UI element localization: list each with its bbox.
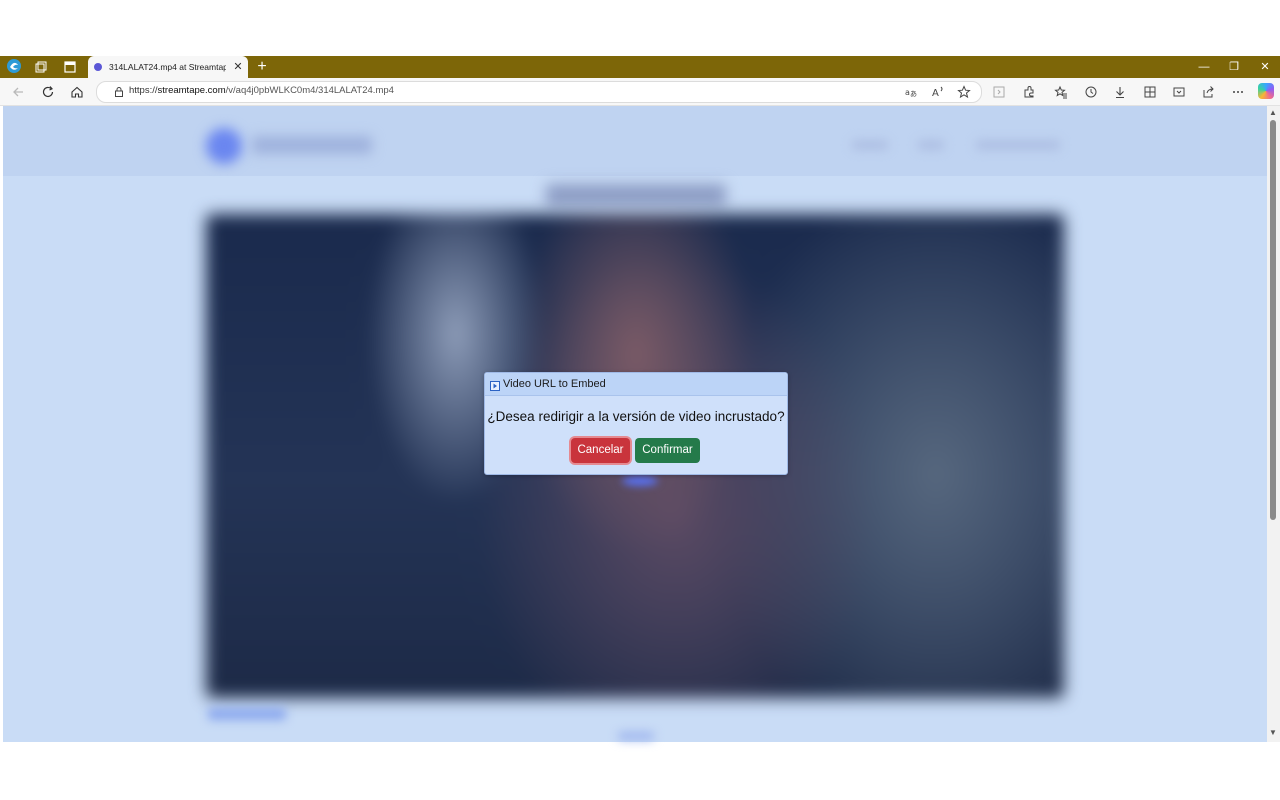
extensions-icon[interactable] — [1020, 83, 1038, 101]
home-icon[interactable] — [68, 83, 86, 101]
site-logo-text-blurred — [252, 136, 372, 154]
new-tab-button[interactable]: + — [254, 58, 270, 76]
restore-button[interactable]: ❐ — [1224, 58, 1244, 76]
cancel-button[interactable]: Cancelar — [571, 438, 630, 463]
svg-text:A: A — [932, 88, 939, 99]
url-path: /v/aq4j0pbWLKC0m4/314LALAT24.mp4 — [225, 85, 394, 96]
dialog-header: Video URL to Embed — [485, 373, 787, 396]
play-indicator-blurred — [622, 476, 658, 486]
page-link-blurred — [618, 732, 654, 740]
tab-title: 314LALAT24.mp4 at Streamtape.c — [109, 62, 226, 72]
browser-profile-icon[interactable] — [6, 58, 22, 74]
history-icon[interactable] — [1082, 83, 1100, 101]
split-screen-icon[interactable] — [990, 83, 1008, 101]
tab-close-icon[interactable]: ✕ — [232, 60, 244, 74]
screen: 314LALAT24.mp4 at Streamtape.c ✕ + — ❐ ✕… — [0, 0, 1280, 800]
translate-icon[interactable]: aあ — [902, 83, 920, 101]
read-aloud-icon[interactable]: A — [929, 83, 947, 101]
refresh-icon[interactable] — [39, 83, 57, 101]
favorite-star-icon[interactable] — [955, 83, 973, 101]
dialog-message: ¿Desea redirigir a la versión de video i… — [487, 409, 785, 424]
site-nav-link-blurred — [852, 140, 888, 150]
scroll-up-icon[interactable]: ▲ — [1268, 108, 1278, 118]
site-favicon-icon — [94, 63, 102, 71]
collections-icon[interactable] — [1141, 83, 1159, 101]
close-window-button[interactable]: ✕ — [1255, 58, 1275, 76]
site-nav-link-blurred — [918, 140, 944, 150]
site-logo-icon — [206, 128, 242, 164]
site-nav-link-blurred — [976, 140, 1060, 150]
lock-icon[interactable] — [113, 85, 125, 97]
embed-redirect-dialog: Video URL to Embed ¿Desea redirigir a la… — [484, 372, 788, 475]
svg-text:あ: あ — [910, 90, 917, 98]
confirm-button[interactable]: Confirmar — [635, 438, 700, 463]
tab-active[interactable]: 314LALAT24.mp4 at Streamtape.c ✕ — [88, 56, 248, 78]
share-icon[interactable] — [1199, 83, 1217, 101]
minimize-button[interactable]: — — [1194, 58, 1214, 76]
more-icon[interactable] — [1229, 83, 1247, 101]
dialog-title: Video URL to Embed — [503, 378, 606, 390]
url-host: streamtape.com — [157, 85, 226, 96]
back-icon[interactable] — [9, 83, 27, 101]
workspaces-icon[interactable] — [33, 59, 49, 75]
scroll-down-icon[interactable]: ▼ — [1268, 728, 1278, 738]
screenshot-icon[interactable] — [1170, 83, 1188, 101]
url-scheme: https:// — [129, 85, 158, 96]
scroll-thumb[interactable] — [1270, 120, 1276, 520]
page-link-blurred — [208, 708, 286, 720]
url-text[interactable]: https://streamtape.com/v/aq4j0pbWLKC0m4/… — [129, 84, 394, 98]
tab-actions-icon[interactable] — [62, 59, 78, 75]
video-title-blurred — [546, 184, 726, 206]
video-play-icon — [490, 378, 500, 391]
page-header-blurred — [3, 106, 1267, 176]
copilot-icon[interactable] — [1258, 83, 1274, 99]
downloads-icon[interactable] — [1111, 83, 1129, 101]
favorites-icon[interactable] — [1052, 83, 1070, 101]
